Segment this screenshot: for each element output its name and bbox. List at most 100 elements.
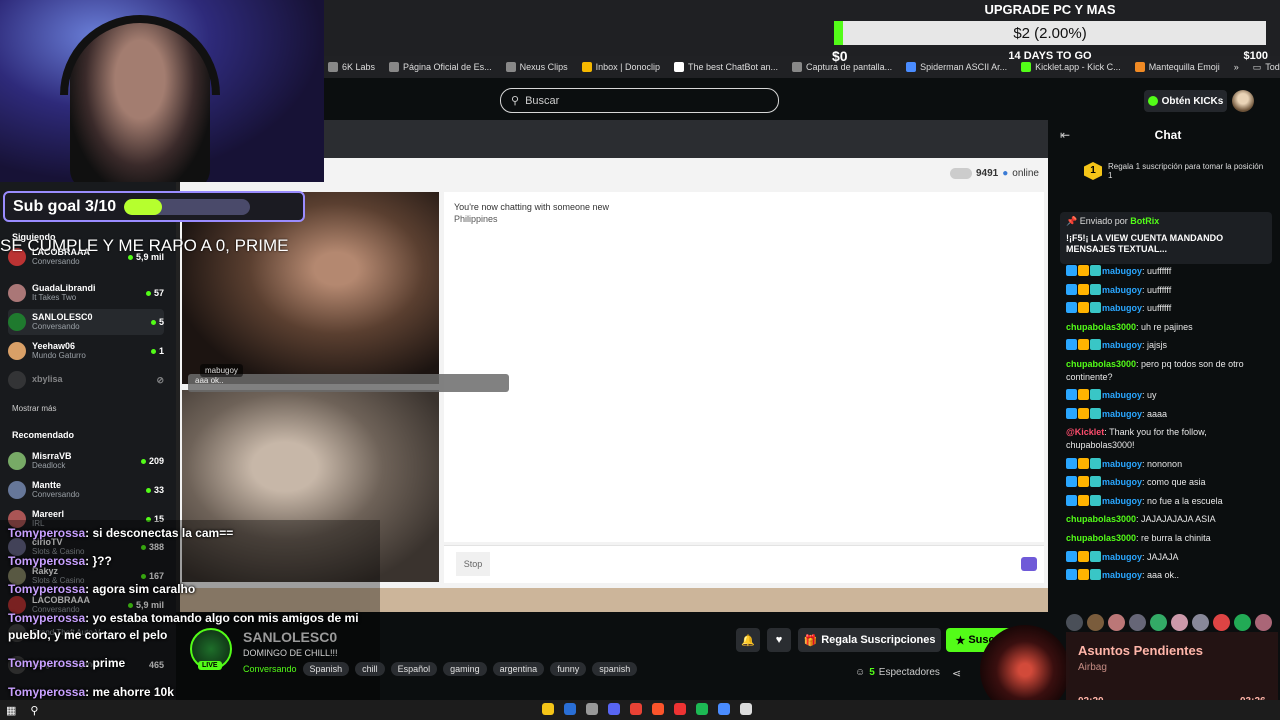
chat-username[interactable]: mabugoy (1102, 285, 1142, 295)
steam-icon[interactable] (564, 703, 576, 715)
folder-icon: ▭ (1252, 61, 1262, 72)
chat-text: }?? (92, 554, 112, 568)
chat-message: chupabolas3000: pero pq todos son de otr… (1066, 358, 1244, 382)
channel-name: xbylisa (32, 375, 63, 385)
bookmarks-more-button[interactable]: » (1234, 62, 1239, 72)
chat-message: mabugoy: uuffffff (1066, 283, 1276, 297)
bookmark[interactable]: Nexus Clips (505, 62, 568, 72)
app-icon[interactable] (740, 703, 752, 715)
sidebar-channel[interactable]: xbylisa ⊘ (8, 367, 164, 393)
bookmark[interactable]: Inbox | Donoclip (581, 62, 660, 72)
stream-tag[interactable]: funny (550, 662, 587, 676)
sub-goal-bar (124, 198, 251, 215)
show-more-link[interactable]: Mostrar más (12, 404, 56, 413)
chrome-icon[interactable] (630, 703, 642, 715)
chat-username[interactable]: chupabolas3000 (1066, 533, 1136, 543)
obs-icon[interactable] (586, 703, 598, 715)
chat-username[interactable]: chupabolas3000 (1066, 514, 1136, 524)
chat-text: uuffffff (1147, 266, 1172, 276)
discord-icon[interactable] (608, 703, 620, 715)
bookmark-label: Mantequilla Emoji (1148, 62, 1220, 72)
stream-tag[interactable]: spanish (592, 662, 638, 676)
chat-username[interactable]: mabugoy (1102, 303, 1142, 313)
chat-username[interactable]: mabugoy (1102, 570, 1142, 580)
emote-icon[interactable] (1087, 614, 1104, 631)
windows-start-icon[interactable]: ▦ (6, 704, 16, 717)
bookmark[interactable]: Kicklet.app - Kick C... (1021, 62, 1121, 72)
chat-badge-icon (1090, 457, 1101, 469)
gift-leaderboard-promo[interactable]: 1 Regala 1 suscripción para tomar la pos… (1084, 162, 1264, 180)
chat-text: si desconectas la cam== (92, 526, 234, 540)
app-icon[interactable] (718, 703, 730, 715)
chat-username[interactable]: mabugoy (1102, 409, 1142, 419)
bookmark[interactable]: 6K Labs (328, 62, 375, 72)
bookmark[interactable]: Spiderman ASCII Ar... (906, 62, 1007, 72)
stream-tag[interactable]: Spanish (302, 662, 350, 676)
media-player-icon[interactable] (674, 703, 686, 715)
streamer-webcam (0, 0, 324, 182)
emote-icon[interactable] (1171, 614, 1188, 631)
sub-goal-fill (124, 198, 162, 215)
chat-username[interactable]: chupabolas3000 (1066, 322, 1136, 332)
all-bookmarks-button[interactable]: ▭Todos los marcadores (1253, 62, 1280, 73)
emote-icon[interactable] (1213, 614, 1230, 631)
emote-icon[interactable] (1255, 614, 1272, 631)
pinned-message[interactable]: 📌 Enviado por BotRix !¡F5!¡ LA VIEW CUEN… (1060, 212, 1272, 264)
brave-icon[interactable] (652, 703, 664, 715)
chat-username[interactable]: mabugoy (1102, 340, 1142, 350)
get-kicks-label: Obtén KICKs (1161, 95, 1224, 107)
chat-message: mabugoy: nononon (1066, 457, 1276, 471)
bookmark[interactable]: Página Oficial de Es... (389, 62, 492, 72)
bookmark-icon (581, 62, 592, 72)
sidebar-channel[interactable]: Yeehaw06 Mundo Gaturro 1 (8, 338, 164, 364)
search-icon[interactable]: ⚲ (30, 704, 38, 717)
stream-tag[interactable]: argentina (492, 662, 545, 676)
chat-username[interactable]: chupabolas3000 (1066, 359, 1136, 369)
bookmark-icon (1134, 62, 1145, 72)
chat-username[interactable]: @Kicklet (1066, 427, 1104, 437)
chat-username[interactable]: mabugoy (1102, 390, 1142, 400)
sidebar-channel[interactable]: GuadaLibrandi It Takes Two 57 (8, 280, 164, 306)
user-avatar[interactable] (1232, 90, 1254, 112)
spotify-icon[interactable] (696, 703, 708, 715)
sidebar-channel[interactable]: SANLOLESC0 Conversando 5 (8, 309, 164, 335)
emote-icon[interactable] (1129, 614, 1146, 631)
follow-button[interactable]: ♥ (767, 628, 791, 652)
live-dot-icon (145, 290, 151, 296)
sidebar-channel[interactable]: Mantte Conversando 33 (8, 477, 164, 503)
chat-username[interactable]: mabugoy (1102, 459, 1142, 469)
channel-avatar (8, 452, 26, 470)
stream-tag[interactable]: chill (355, 662, 385, 676)
chat-username: Tomyperossa (8, 611, 86, 625)
chat-username[interactable]: mabugoy (1102, 496, 1142, 506)
emote-icon[interactable] (1108, 614, 1125, 631)
chat-username: Tomyperossa (8, 685, 86, 699)
search-input[interactable]: ⚲ Buscar (500, 88, 779, 113)
stream-category-link[interactable]: Conversando (243, 664, 297, 674)
chat-badge-icon (1066, 283, 1077, 295)
live-badge: LIVE (198, 661, 222, 670)
now-playing-artist: Airbag (1078, 662, 1107, 673)
bookmark-label: 6K Labs (342, 62, 376, 72)
file-explorer-icon[interactable] (542, 703, 554, 715)
channel-name[interactable]: SANLOLESC0 (243, 629, 337, 645)
chat-username[interactable]: mabugoy (1102, 477, 1142, 487)
emote-icon[interactable] (1150, 614, 1167, 631)
bookmark[interactable]: The best ChatBot an... (673, 62, 778, 72)
bookmark[interactable]: Mantequilla Emoji (1134, 62, 1220, 72)
chat-username[interactable]: mabugoy (1102, 266, 1142, 276)
overlay-chat-message: Tomyperossa: prime (8, 656, 126, 670)
chat-username[interactable]: mabugoy (1102, 552, 1142, 562)
overlay-chat-message: Tomyperossa: }?? (8, 554, 112, 568)
stream-tag[interactable]: Español (390, 662, 438, 676)
gift-subs-button[interactable]: 🎁 Regala Suscripciones (798, 628, 941, 652)
chat-text: aaa ok.. (1147, 570, 1180, 581)
emote-icon[interactable] (1192, 614, 1209, 631)
stream-tag[interactable]: gaming (443, 662, 487, 676)
sidebar-channel[interactable]: MisrraVB Deadlock 209 (8, 448, 164, 474)
share-icon[interactable]: ⋖ (952, 667, 961, 680)
get-kicks-button[interactable]: Obtén KICKs (1144, 90, 1227, 112)
emote-icon[interactable] (1234, 614, 1251, 631)
notifications-button[interactable]: 🔔 (736, 628, 760, 652)
emote-icon[interactable] (1066, 614, 1083, 631)
